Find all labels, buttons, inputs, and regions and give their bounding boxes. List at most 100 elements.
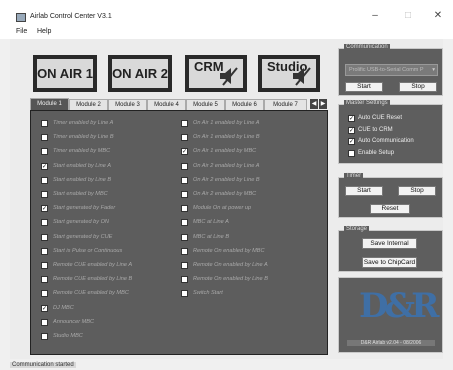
tab-module-5[interactable]: Module 5 (186, 99, 225, 110)
checkbox[interactable] (181, 262, 188, 269)
timer-reset-button[interactable]: Reset (370, 204, 410, 214)
maximize-button[interactable]: □ (398, 9, 418, 23)
checkbox-label: DJ MBC (53, 304, 74, 311)
close-button[interactable]: ✕ (428, 9, 448, 23)
checkbox[interactable]: ✓ (348, 138, 355, 145)
checkbox-label: MBC at Line A (193, 219, 229, 226)
dr-logo-panel: D&R D&R Airlab v2.04 - 08/2006 (338, 277, 443, 353)
checkbox[interactable] (41, 262, 48, 269)
checkbox-label: Auto Communication (358, 138, 414, 144)
checkbox[interactable] (41, 120, 48, 127)
tab-module-2[interactable]: Module 2 (69, 99, 108, 110)
checkbox[interactable] (181, 290, 188, 298)
chevron-down-icon: ▾ (432, 67, 435, 73)
studio-button[interactable]: Studio (258, 55, 320, 92)
tab-module-4[interactable]: Module 4 (147, 99, 186, 110)
checkbox[interactable] (41, 219, 48, 227)
save-internal-button[interactable]: Save Internal (362, 238, 417, 249)
communication-group: Communication Prolific USB-to-Serial Com… (338, 44, 443, 96)
checkbox[interactable] (348, 149, 355, 157)
timer-title: Timer (344, 173, 364, 179)
timer-start-button[interactable]: Start (345, 186, 383, 196)
checkbox-label: Timer enabled by Line B (53, 134, 114, 141)
checkbox-label: Studio MBC (53, 333, 83, 339)
checkbox[interactable] (41, 233, 48, 241)
checkbox[interactable] (41, 191, 48, 198)
tab-module-7[interactable]: Module 7 (264, 99, 307, 110)
checkbox[interactable]: ✓ (181, 148, 188, 156)
on-air-1-button[interactable]: ON AIR 1 (33, 55, 97, 92)
status-bar: Communication started (10, 362, 76, 368)
speaker-muted-icon (220, 67, 238, 86)
checkbox-label: Start generated by CUE (53, 233, 113, 240)
module-options-panel: Timer enabled by Line A Timer enabled by … (30, 110, 328, 355)
dr-logo: D&R (359, 286, 439, 326)
checkbox-label: Remote CUE enabled by MBC (53, 290, 129, 297)
checkbox[interactable] (181, 205, 188, 213)
checkbox[interactable] (181, 162, 188, 170)
save-to-chipcard-button[interactable]: Save to ChipCard (362, 257, 417, 268)
checkbox-label: On Air 1 enabled by Line A (193, 120, 260, 126)
crm-button[interactable]: CRM (185, 55, 247, 92)
checkbox[interactable] (41, 333, 48, 340)
checkbox-label: Enable Setup (358, 149, 395, 156)
checkbox[interactable] (41, 176, 48, 184)
tab-module-1[interactable]: Module 1 (30, 98, 69, 110)
checkbox[interactable] (181, 219, 188, 227)
checkbox-label: Start enabled by Line A (53, 162, 111, 169)
checkbox[interactable] (41, 247, 48, 255)
title-bar: Airlab Control Center V3.1 – □ ✕ (0, 0, 453, 26)
tab-module-3[interactable]: Module 3 (108, 99, 147, 110)
window-title: Airlab Control Center V3.1 (30, 13, 112, 20)
checkbox[interactable] (181, 247, 188, 255)
minimize-button[interactable]: – (365, 9, 385, 23)
checkbox-label: Start enabled by Line B (53, 176, 112, 183)
checkbox[interactable] (181, 191, 188, 198)
module-tabs: Module 1 Module 2 Module 3 Module 4 Modu… (30, 98, 328, 110)
checkbox[interactable]: ✓ (348, 115, 355, 122)
checkbox[interactable]: ✓ (348, 126, 355, 134)
checkbox[interactable]: ✓ (41, 304, 48, 312)
port-select[interactable]: Prolific USB-to-Serial Comm P ▾ (345, 64, 438, 76)
app-icon (16, 13, 26, 22)
port-select-value: Prolific USB-to-Serial Comm P (349, 67, 424, 73)
checkbox[interactable] (181, 233, 188, 241)
checkbox[interactable] (181, 120, 188, 127)
checkbox[interactable] (181, 276, 188, 284)
comm-stop-button[interactable]: Stop (399, 82, 437, 92)
checkbox[interactable] (41, 318, 48, 326)
checkbox[interactable] (181, 134, 188, 142)
checkbox[interactable] (41, 134, 48, 142)
checkbox-label: Switch Start (193, 290, 223, 297)
checkbox-label: On Air 1 enabled by Line B (193, 134, 260, 141)
storage-group: Storage Save Internal Save to ChipCard (338, 226, 443, 272)
menu-help[interactable]: Help (37, 28, 51, 35)
menu-file[interactable]: File (16, 28, 27, 35)
tab-module-6[interactable]: Module 6 (225, 99, 264, 110)
checkbox-label: Start enabled by MBC (53, 191, 108, 197)
master-settings-group: Master Settings ✓ Auto CUE Reset ✓ CUE to C… (338, 100, 443, 164)
checkbox[interactable] (41, 276, 48, 284)
storage-title: Storage (344, 226, 370, 232)
checkbox-label: On Air 2 enabled by Line B (193, 176, 260, 183)
on-air-2-button[interactable]: ON AIR 2 (108, 55, 172, 92)
timer-stop-button[interactable]: Stop (398, 186, 436, 196)
checkbox-label: Remote CUE enabled by Line A (53, 262, 133, 268)
checkbox[interactable] (181, 176, 188, 184)
checkbox[interactable]: ✓ (41, 205, 48, 213)
checkbox-label: On Air 1 enabled by MBC (193, 148, 257, 155)
speaker-muted-icon (293, 67, 311, 86)
checkbox[interactable] (41, 148, 48, 156)
tab-scroll-right-icon[interactable]: ▶ (319, 99, 327, 109)
checkbox-label: Timer enabled by MBC (53, 148, 111, 155)
checkbox-label: On Air 2 enabled by MBC (193, 191, 257, 197)
checkbox-label: CUE to CRM (358, 126, 393, 133)
checkbox[interactable]: ✓ (41, 162, 48, 170)
tab-scroll-left-icon[interactable]: ◀ (310, 99, 318, 109)
comm-start-button[interactable]: Start (345, 82, 383, 92)
checkbox-label: Timer enabled by Line A (53, 120, 114, 126)
master-settings-title: Master Settings (344, 100, 390, 106)
checkbox[interactable] (41, 290, 48, 298)
checkbox-label: Remote On enabled by Line A (193, 262, 268, 268)
checkbox-label: Remote CUE enabled by Line B (53, 276, 133, 283)
